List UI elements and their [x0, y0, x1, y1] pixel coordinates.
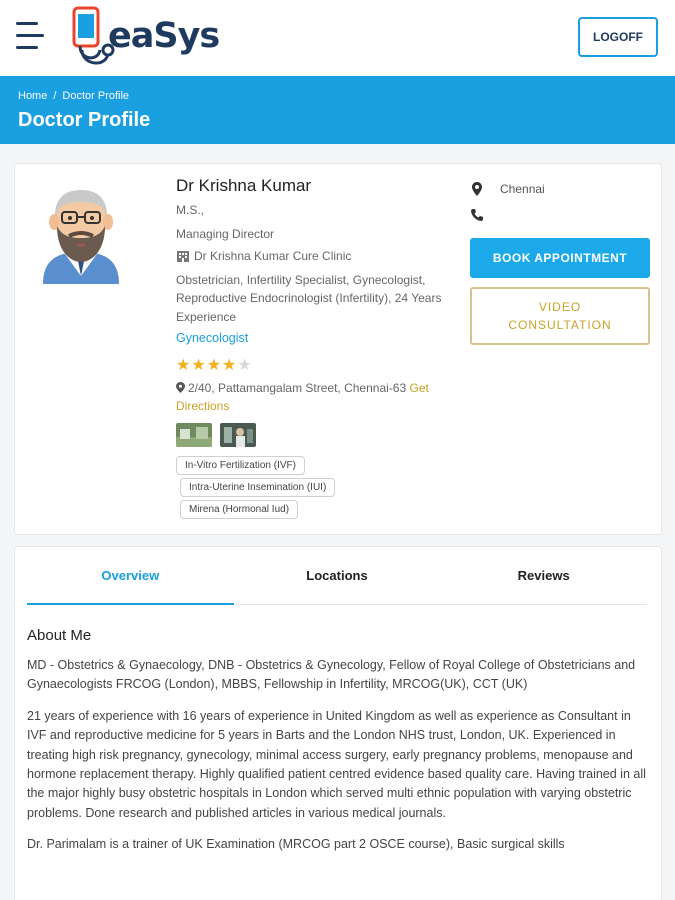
clinic-name: Dr Krishna Kumar Cure Clinic	[194, 249, 352, 264]
video-consultation-button[interactable]: VIDEO CONSULTATION	[470, 287, 650, 345]
breadcrumb-home[interactable]: Home	[18, 90, 47, 102]
logoff-button[interactable]: LOGOFF	[578, 17, 658, 57]
clinic-row: Dr Krishna Kumar Cure Clinic	[176, 247, 476, 266]
about-heading: About Me	[27, 627, 92, 644]
city-row: Chennai	[470, 180, 650, 198]
hamburger-menu-icon[interactable]	[16, 20, 46, 52]
treatment-tags: In-Vitro Fertilization (IVF) Intra-Uteri…	[176, 455, 476, 519]
breadcrumb: Home / Doctor Profile	[18, 90, 129, 102]
tab-reviews[interactable]: Reviews	[440, 547, 647, 604]
breadcrumb-separator: /	[53, 90, 57, 102]
treatment-tag[interactable]: Mirena (Hormonal Iud)	[180, 499, 299, 519]
building-icon	[177, 251, 189, 263]
doctor-info: Dr Krishna Kumar M.S., Managing Director…	[176, 176, 476, 522]
map-marker-icon	[472, 182, 482, 196]
clinic-photos	[176, 422, 476, 447]
about-paragraph: Dr. Parimalam is a trainer of UK Examina…	[27, 837, 565, 851]
star-icon: ★	[222, 356, 238, 374]
book-appointment-button[interactable]: BOOK APPOINTMENT	[470, 238, 650, 278]
doctor-avatar	[43, 190, 119, 284]
tab-overview[interactable]: Overview	[27, 547, 234, 605]
page-banner: Home / Doctor Profile Doctor Profile	[0, 76, 675, 144]
app-logo[interactable]: eaSys	[68, 6, 220, 70]
address-text: 2/40, Pattamangalam Street, Chennai-63	[188, 380, 407, 395]
star-icon: ★	[176, 356, 192, 374]
doctor-specialities: Obstetrician, Infertility Specialist, Gy…	[176, 272, 442, 324]
star-icon: ★	[206, 356, 223, 374]
page-title: Doctor Profile	[18, 109, 151, 131]
about-paragraph: 21 years of experience with 16 years of …	[27, 708, 646, 820]
doctor-name: Dr Krishna Kumar	[176, 176, 312, 195]
about-paragraph: MD - Obstetrics & Gynaecology, DNB - Obs…	[27, 658, 636, 692]
about-section: About Me MD - Obstetrics & Gynaecology, …	[27, 627, 649, 866]
top-navbar: eaSys LOGOFF	[0, 0, 675, 76]
doctor-degree: M.S.,	[176, 203, 205, 217]
phone-row	[470, 206, 650, 224]
details-tabs: Overview Locations Reviews	[27, 547, 647, 605]
address-row: 2/40, Pattamangalam Street, Chennai-63 G…	[176, 379, 476, 416]
star-empty-icon: ★	[237, 356, 253, 374]
star-icon: ★	[191, 356, 207, 374]
clinic-photo-thumbnail[interactable]	[220, 422, 256, 447]
treatment-tag[interactable]: Intra-Uterine Insemination (IUI)	[180, 477, 336, 497]
treatment-tag[interactable]: In-Vitro Fertilization (IVF)	[176, 455, 305, 475]
tab-locations[interactable]: Locations	[234, 547, 441, 604]
doctor-role: Managing Director	[176, 226, 275, 241]
phone-icon[interactable]	[470, 208, 484, 222]
rating-stars: ★★★★★	[176, 355, 476, 375]
breadcrumb-doctor-profile[interactable]: Doctor Profile	[62, 90, 129, 102]
doctor-details-card: Overview Locations Reviews About Me MD -…	[14, 546, 662, 900]
map-pin-icon	[176, 381, 185, 393]
specialty-link[interactable]: Gynecologist	[176, 331, 248, 345]
doctor-profile-card: Dr Krishna Kumar M.S., Managing Director…	[14, 163, 662, 535]
clinic-photo-thumbnail[interactable]	[176, 422, 212, 447]
logo-text: eaSys	[108, 16, 220, 56]
contact-actions: Chennai BOOK APPOINTMENT VIDEO CONSULTAT…	[470, 180, 650, 345]
city-text: Chennai	[500, 182, 545, 196]
